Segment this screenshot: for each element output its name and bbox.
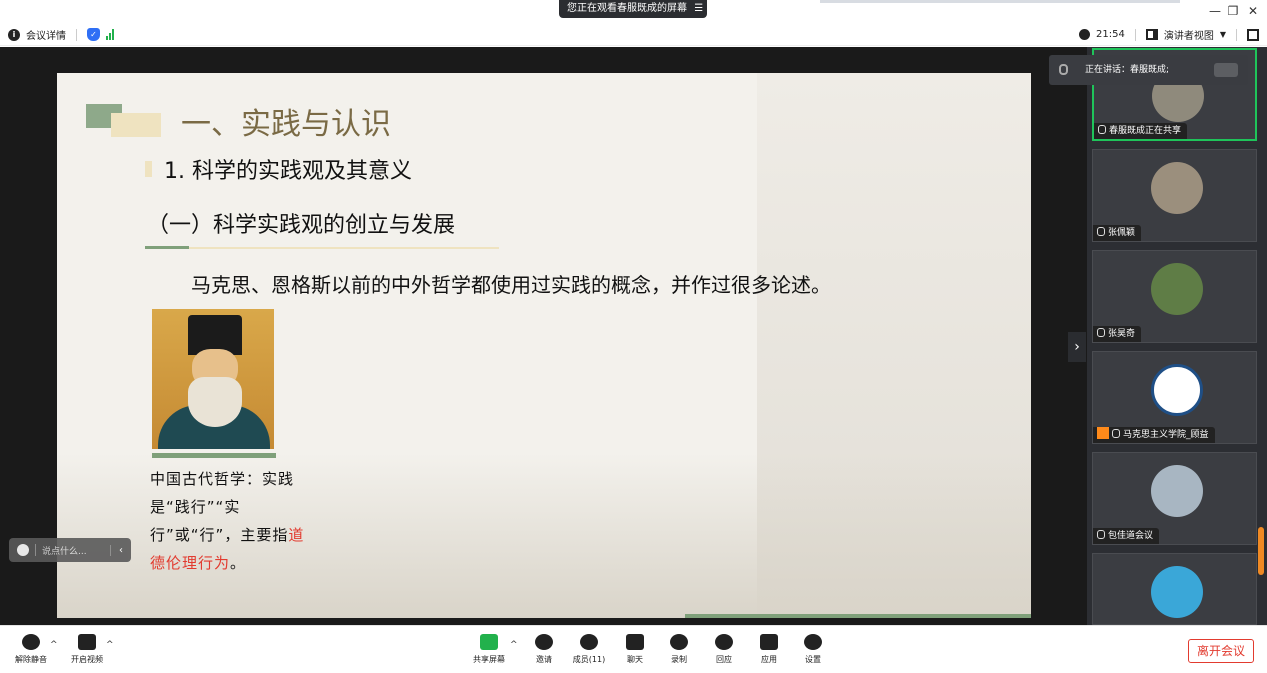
chat-button[interactable]: 聊天: [610, 634, 660, 665]
minimize-button[interactable]: —: [1206, 2, 1224, 20]
shared-screen-stage: 一、实践与认识 1. 科学的实践观及其意义 （一）科学实践观的创立与发展 马克思…: [0, 47, 1087, 625]
fullscreen-icon[interactable]: [1247, 28, 1259, 41]
mic-icon: [1059, 64, 1068, 75]
participant-tile[interactable]: [1092, 553, 1257, 625]
avatar: [1151, 566, 1203, 618]
shield-icon[interactable]: ✓: [87, 28, 100, 41]
presentation-slide: 一、实践与认识 1. 科学的实践观及其意义 （一）科学实践观的创立与发展 马克思…: [57, 73, 1031, 618]
info-bar: i 会议详情 ✓ 21:54 演讲者视图 ▼: [0, 22, 1267, 46]
divider: [35, 544, 36, 556]
info-left: i 会议详情 ✓: [8, 27, 114, 42]
portrait-image: [152, 309, 274, 449]
slide-accent-bar: [685, 614, 1031, 618]
meeting-window: 您正在观看春服既成的屏幕 ☰ — ❐ ✕ i 会议详情 ✓ 21:54 演讲者视…: [0, 0, 1267, 673]
clock-time: 21:54: [1096, 29, 1125, 40]
divider: [76, 28, 77, 41]
slide-body-text: 马克思、恩格斯以前的中外哲学都使用过实践的概念，并作过很多论述。: [191, 273, 831, 297]
view-mode-selector[interactable]: 演讲者视图: [1164, 27, 1214, 42]
emoji-icon[interactable]: [17, 544, 29, 556]
mic-muted-icon: [1097, 227, 1105, 236]
settings-button[interactable]: 设置: [788, 634, 838, 665]
portrait-caption: 中国古代哲学：实践是“践行”“实行”或“行”，主要指道德伦理行为。: [150, 465, 320, 577]
participant-tile[interactable]: 包佳道会议: [1092, 452, 1257, 545]
divider: [1236, 28, 1237, 41]
participant-name: 包佳道会议: [1093, 528, 1160, 544]
title-bar: 您正在观看春服既成的屏幕 ☰ — ❐ ✕: [0, 0, 1267, 22]
gear-icon: [804, 634, 822, 650]
chat-icon: [626, 634, 644, 650]
avatar: [1151, 263, 1203, 315]
chevron-up-icon[interactable]: ^: [106, 640, 114, 650]
clock-icon: [1079, 29, 1091, 40]
divider: [1134, 28, 1136, 41]
chevron-down-icon[interactable]: ▼: [1220, 30, 1226, 39]
panel-scrollbar[interactable]: [1258, 527, 1264, 575]
title-shadow: [820, 0, 1180, 3]
section-underline: [189, 247, 499, 249]
emoji-icon: [715, 634, 733, 650]
caption-text: 中国古代哲学：实践是“践行”“实行”或“行”，主要指: [150, 470, 295, 544]
chat-placeholder[interactable]: 说点什么...: [42, 544, 87, 557]
mic-muted-icon: [22, 634, 40, 650]
host-badge-icon: [1097, 427, 1109, 439]
unmute-button[interactable]: 解除静音: [6, 634, 56, 665]
screen-share-banner[interactable]: 您正在观看春服既成的屏幕 ☰: [559, 0, 707, 18]
participant-tile[interactable]: 马克思主义学院_顾益: [1092, 351, 1257, 444]
invite-button[interactable]: 邀请: [519, 634, 569, 665]
info-icon[interactable]: i: [8, 28, 20, 41]
mic-muted-icon: [1112, 429, 1120, 438]
invite-icon: [535, 634, 553, 650]
mic-muted-icon: [1097, 530, 1105, 539]
chevron-up-icon[interactable]: ^: [50, 640, 58, 650]
avatar: [1151, 364, 1203, 416]
close-button[interactable]: ✕: [1244, 2, 1262, 20]
participant-name: 春服既成正在共享: [1094, 123, 1188, 139]
chevron-up-icon[interactable]: ^: [510, 640, 518, 650]
leave-meeting-button[interactable]: 离开会议: [1188, 639, 1254, 663]
slide-bullet: [145, 161, 152, 177]
apps-icon: [760, 634, 778, 650]
slide-subheading: 1. 科学的实践观及其意义: [164, 159, 412, 184]
restore-button[interactable]: ❐: [1224, 2, 1242, 20]
avatar: [1151, 465, 1203, 517]
section-underline: [145, 246, 189, 249]
speaking-indicator: 正在讲话：春服既成;: [1049, 55, 1248, 85]
share-banner-text: 您正在观看春服既成的屏幕: [567, 3, 687, 14]
members-button[interactable]: 成员(11): [564, 634, 614, 665]
mic-icon: [1098, 125, 1106, 134]
start-video-button[interactable]: 开启视频: [62, 634, 112, 665]
caption-end: 。: [230, 554, 247, 572]
chat-input-bar[interactable]: 说点什么... ‹: [9, 538, 131, 562]
record-button[interactable]: 录制: [654, 634, 704, 665]
slide-heading: 一、实践与认识: [181, 107, 391, 142]
participant-tile[interactable]: 张佩颖: [1092, 149, 1257, 242]
participant-name: 张佩颖: [1093, 225, 1142, 241]
info-right: 21:54 演讲者视图 ▼: [1079, 27, 1259, 42]
signal-icon[interactable]: [106, 29, 114, 40]
slide-deco: [111, 113, 161, 137]
sound-wave-icon: [1214, 63, 1238, 77]
video-off-icon: [78, 634, 96, 650]
avatar: [1151, 162, 1203, 214]
record-icon: [670, 634, 688, 650]
members-icon: [580, 634, 598, 650]
menu-icon[interactable]: ☰: [694, 3, 703, 14]
share-screen-button[interactable]: 共享屏幕: [464, 634, 514, 665]
share-screen-icon: [480, 634, 498, 650]
participant-name: 张昊奇: [1093, 326, 1142, 342]
mic-muted-icon: [1097, 328, 1105, 337]
meeting-details-link[interactable]: 会议详情: [26, 27, 66, 42]
speaking-label: 正在讲话：春服既成;: [1085, 65, 1170, 75]
panel-collapse-button[interactable]: ›: [1068, 332, 1086, 362]
slide-section-title: （一）科学实践观的创立与发展: [147, 213, 456, 238]
participant-tile[interactable]: 张昊奇: [1092, 250, 1257, 343]
meeting-toolbar: 解除静音 ^ 开启视频 ^ 共享屏幕 ^ 邀请 成员(11) 聊天 录制 回应 …: [0, 625, 1267, 673]
chat-collapse-button[interactable]: ‹: [110, 544, 123, 556]
portrait-bar: [152, 453, 276, 458]
react-button[interactable]: 回应: [699, 634, 749, 665]
view-icon[interactable]: [1145, 29, 1158, 40]
participant-name: 马克思主义学院_顾益: [1093, 427, 1215, 443]
apps-button[interactable]: 应用: [744, 634, 794, 665]
